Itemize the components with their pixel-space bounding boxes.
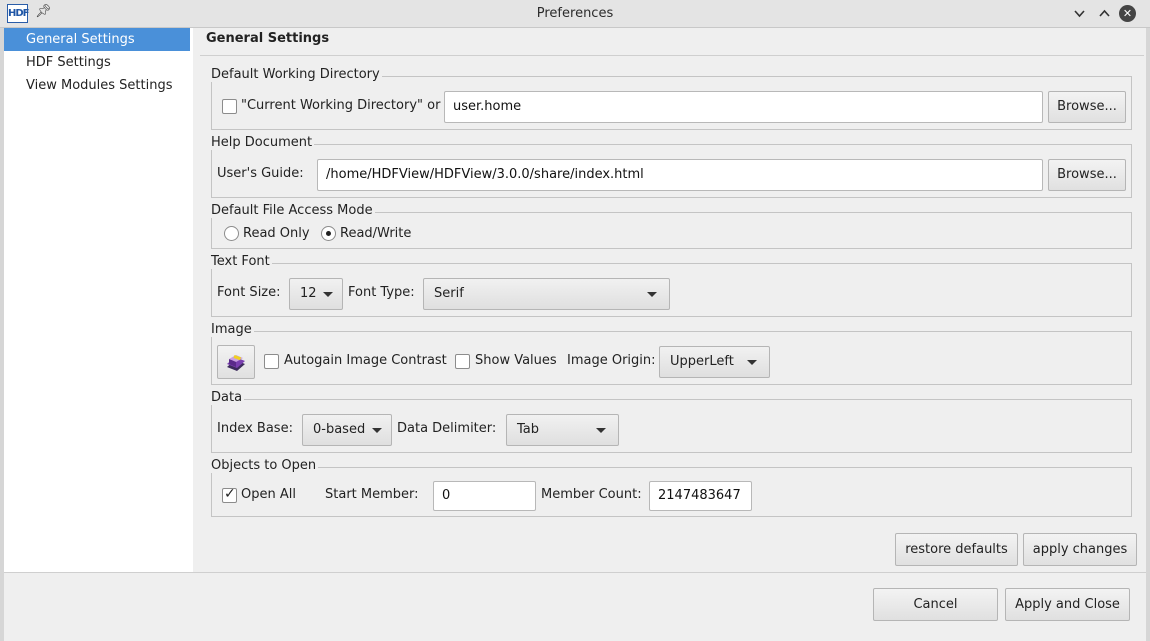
sidebar: General Settings HDF Settings View Modul…	[4, 28, 193, 572]
show-values-label: Show Values	[475, 353, 557, 368]
minimize-icon[interactable]	[1071, 5, 1088, 22]
start-member-label: Start Member:	[325, 487, 419, 502]
read-only-label: Read Only	[243, 226, 310, 241]
data-delimiter-label: Data Delimiter:	[397, 421, 497, 436]
cancel-button[interactable]: Cancel	[873, 588, 998, 621]
start-member-input[interactable]: 0	[433, 481, 536, 511]
font-size-value: 12	[300, 286, 317, 301]
show-values-checkbox[interactable]	[455, 354, 470, 369]
font-size-select[interactable]: 12	[289, 278, 343, 310]
window-title: Preferences	[536, 6, 614, 21]
palette-book-icon	[227, 355, 245, 371]
current-working-directory-label: "Current Working Directory" or	[241, 98, 441, 113]
autogain-checkbox[interactable]	[264, 354, 279, 369]
file-access-mode-legend: Default File Access Mode	[211, 203, 375, 218]
users-guide-label: User's Guide:	[217, 166, 304, 181]
users-guide-browse-button[interactable]: Browse...	[1048, 159, 1126, 191]
index-base-label: Index Base:	[217, 421, 293, 436]
apply-and-close-button[interactable]: Apply and Close	[1005, 588, 1130, 621]
image-origin-select[interactable]: UpperLeft	[659, 346, 770, 378]
read-write-label: Read/Write	[340, 226, 412, 241]
chevron-down-icon	[596, 428, 606, 433]
divider	[4, 572, 1146, 573]
image-legend: Image	[211, 322, 254, 337]
title-bar: HDF 📌︎ Preferences ✕	[0, 0, 1150, 28]
text-font-legend: Text Font	[211, 254, 272, 269]
sidebar-item-general-settings[interactable]: General Settings	[4, 28, 190, 51]
data-delimiter-value: Tab	[517, 422, 540, 437]
close-icon[interactable]: ✕	[1119, 5, 1136, 22]
current-working-directory-checkbox[interactable]	[222, 99, 237, 114]
maximize-icon[interactable]	[1096, 5, 1113, 22]
settings-panel: General Settings Default Working Directo…	[197, 28, 1146, 572]
users-guide-input[interactable]: /home/HDFView/HDFView/3.0.0/share/index.…	[317, 159, 1043, 191]
working-directory-browse-button[interactable]: Browse...	[1048, 91, 1126, 123]
sidebar-item-hdf-settings[interactable]: HDF Settings	[4, 51, 190, 74]
open-all-checkbox[interactable]	[222, 486, 237, 503]
index-base-value: 0-based	[313, 422, 366, 437]
read-only-radio[interactable]	[224, 226, 239, 241]
page-title: General Settings	[206, 31, 330, 46]
image-origin-value: UpperLeft	[670, 354, 734, 369]
open-all-label: Open All	[241, 487, 296, 502]
font-type-value: Serif	[434, 286, 464, 301]
image-palette-button[interactable]	[217, 345, 255, 379]
chevron-down-icon	[747, 360, 757, 365]
apply-changes-button[interactable]: apply changes	[1023, 533, 1137, 566]
read-write-radio[interactable]	[321, 226, 336, 241]
chevron-down-icon	[372, 428, 382, 433]
help-document-legend: Help Document	[211, 135, 315, 150]
restore-defaults-button[interactable]: restore defaults	[895, 533, 1018, 566]
sidebar-item-view-modules-settings[interactable]: View Modules Settings	[4, 74, 190, 97]
data-delimiter-select[interactable]: Tab	[506, 414, 619, 446]
image-origin-label: Image Origin:	[567, 353, 656, 368]
font-type-label: Font Type:	[348, 285, 415, 300]
chevron-down-icon	[647, 292, 657, 297]
index-base-select[interactable]: 0-based	[302, 414, 392, 446]
data-legend: Data	[211, 390, 245, 405]
font-type-select[interactable]: Serif	[423, 278, 670, 310]
chevron-down-icon	[323, 292, 333, 297]
member-count-label: Member Count:	[541, 487, 642, 502]
member-count-input[interactable]: 2147483647	[649, 481, 752, 511]
preferences-dialog: General Settings HDF Settings View Modul…	[4, 28, 1146, 641]
working-directory-input[interactable]: user.home	[444, 91, 1043, 123]
font-size-label: Font Size:	[217, 285, 281, 300]
divider	[200, 55, 1144, 56]
objects-to-open-legend: Objects to Open	[211, 458, 319, 473]
autogain-label: Autogain Image Contrast	[284, 353, 447, 368]
working-directory-legend: Default Working Directory	[211, 67, 382, 82]
